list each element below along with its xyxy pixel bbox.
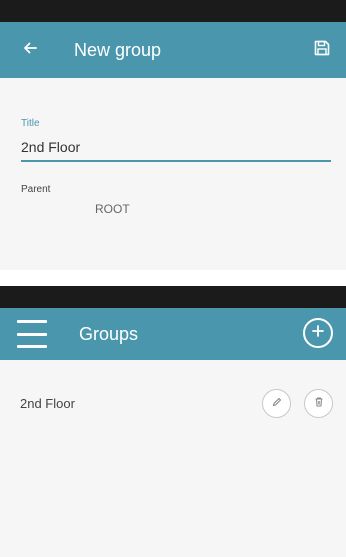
edit-group-button[interactable] bbox=[262, 389, 291, 418]
menu-button[interactable] bbox=[17, 320, 47, 348]
pencil-icon bbox=[271, 395, 283, 413]
parent-label: Parent bbox=[21, 184, 51, 195]
parent-select[interactable]: ROOT bbox=[95, 202, 130, 216]
trash-icon bbox=[313, 395, 325, 413]
app-bar: Groups bbox=[0, 308, 346, 360]
status-bar bbox=[0, 286, 346, 308]
group-name: 2nd Floor bbox=[20, 396, 75, 411]
arrow-left-icon bbox=[22, 40, 38, 61]
add-group-button[interactable] bbox=[303, 318, 333, 348]
page-title: New group bbox=[74, 40, 162, 60]
new-group-screen: New group Title Parent ROOT bbox=[0, 0, 346, 270]
app-bar: New group bbox=[0, 22, 346, 78]
title-label: Title bbox=[21, 118, 40, 129]
save-button[interactable] bbox=[308, 36, 336, 64]
floppy-disk-icon bbox=[313, 39, 331, 62]
page-title: Groups bbox=[79, 324, 139, 344]
title-input[interactable] bbox=[21, 134, 331, 162]
groups-screen: Groups 2nd Floor bbox=[0, 286, 346, 557]
hamburger-menu-icon bbox=[17, 320, 47, 323]
delete-group-button[interactable] bbox=[304, 389, 333, 418]
plus-icon bbox=[311, 324, 325, 343]
list-item[interactable]: 2nd Floor bbox=[0, 386, 346, 422]
back-button[interactable] bbox=[16, 36, 44, 64]
status-bar bbox=[0, 0, 346, 22]
